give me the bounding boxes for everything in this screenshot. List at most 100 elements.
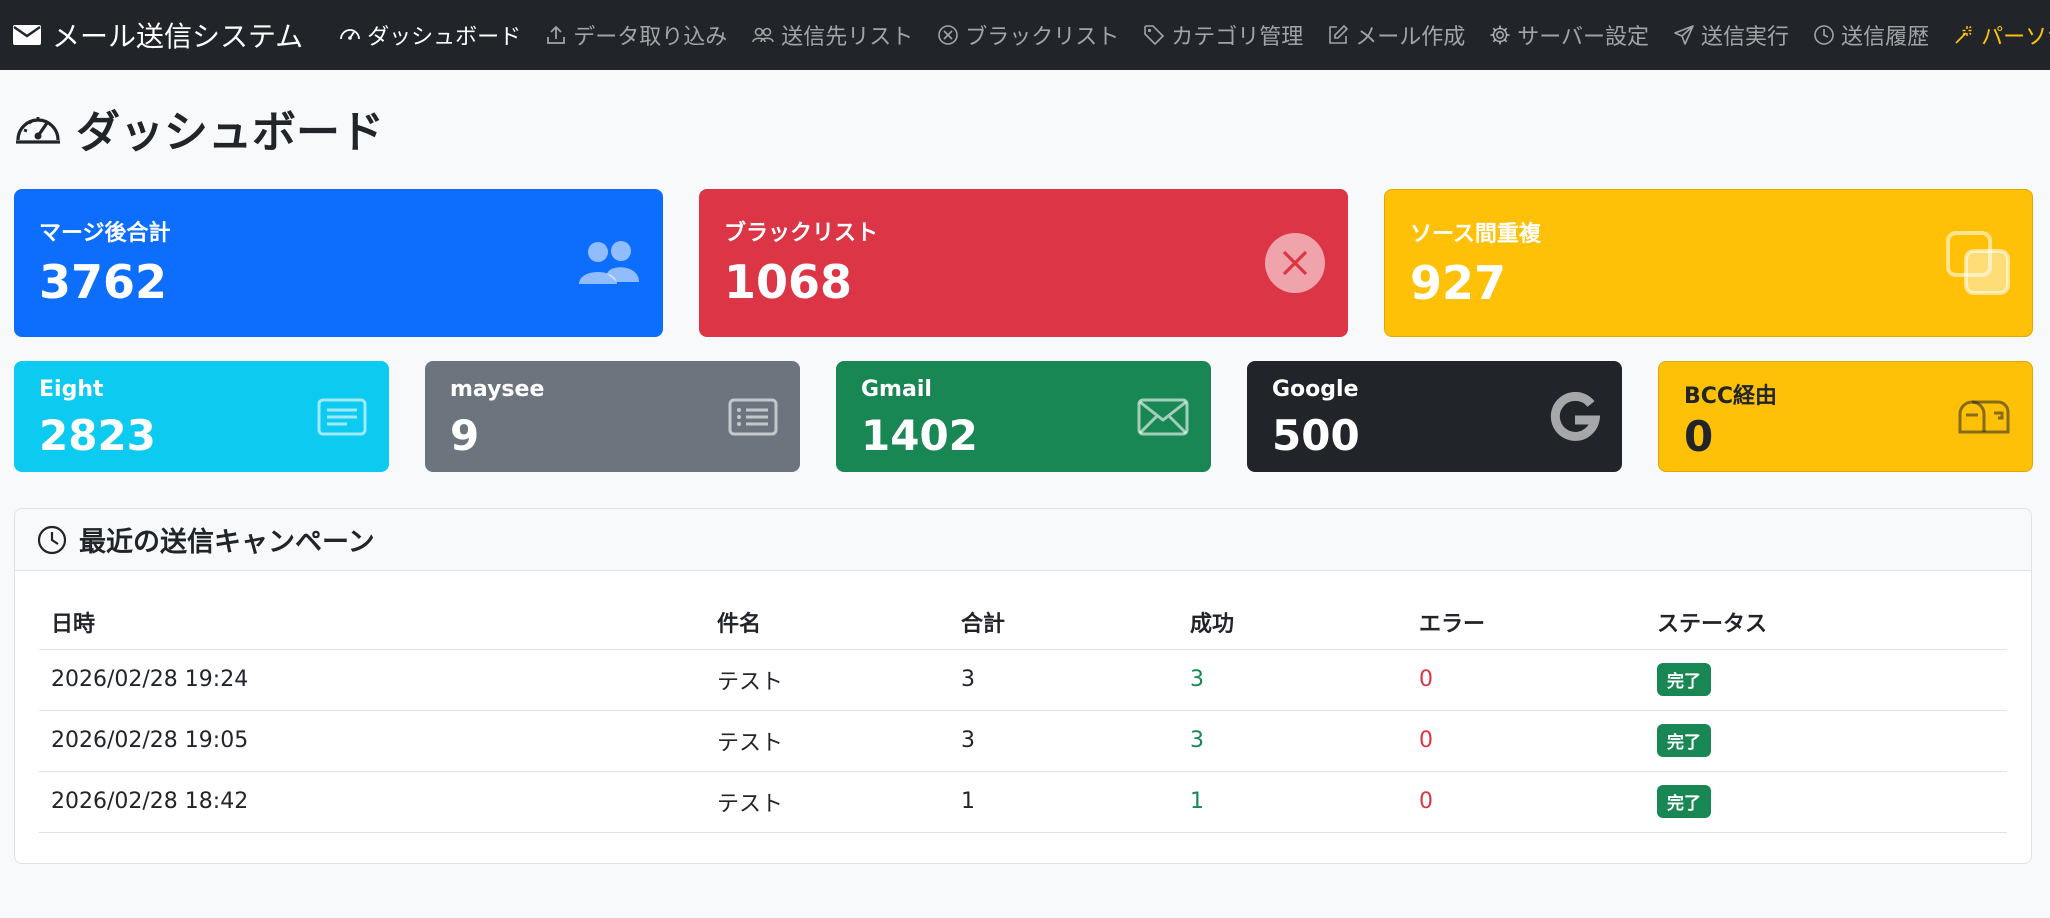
cell-status: 完了 [1645, 710, 2007, 772]
stat-value: 1068 [724, 255, 853, 309]
brand-title: メール送信システム [52, 20, 304, 53]
nav-item-categories[interactable]: カテゴリ管理 [1143, 19, 1303, 51]
card-text-icon [317, 398, 367, 436]
cell-success: 3 [1178, 649, 1407, 711]
gear-icon [1490, 25, 1510, 45]
cell-date: 2026/02/28 19:05 [39, 710, 705, 772]
column-header-error: エラー [1407, 595, 1645, 650]
cell-error: 0 [1407, 710, 1645, 772]
stat-value: 9 [450, 411, 480, 460]
stat-label: BCC経由 [1684, 384, 1778, 409]
card-title: 最近の送信キャンペーン [79, 527, 375, 558]
copy-icon [1946, 231, 2010, 295]
stat-value: 927 [1410, 256, 1507, 310]
card-body: 日時 件名 合計 成功 エラー ステータス 2026/02/28 19:24 テ… [15, 571, 2031, 833]
cell-subject: テスト [705, 649, 949, 711]
people-icon [752, 27, 775, 43]
upload-icon [547, 25, 566, 44]
nav-item-label: メール作成 [1355, 25, 1466, 50]
page-title-text: ダッシュボード [76, 107, 384, 158]
cell-subject: テスト [705, 771, 949, 833]
stat-value: 1402 [861, 411, 978, 460]
x-circle-icon [1264, 232, 1326, 294]
cell-success: 3 [1178, 710, 1407, 772]
magic-icon [1955, 25, 1972, 44]
status-badge: 完了 [1657, 724, 1711, 757]
nav-item-label: 送信履歴 [1841, 25, 1930, 50]
column-header-subject: 件名 [705, 595, 949, 650]
cell-error: 0 [1407, 771, 1645, 833]
cell-total: 3 [949, 649, 1178, 711]
stat-card-blacklist: ブラックリスト 1068 [699, 189, 1348, 337]
x-circle-icon [938, 25, 959, 45]
nav-menu: ダッシュボード データ取り込み 送信先リスト ブラックリスト カテゴリ管理 メー… [339, 19, 2050, 51]
top-navbar: メール送信システム ダッシュボード データ取り込み 送信先リスト ブラックリスト… [0, 0, 2050, 70]
nav-item-compose[interactable]: メール作成 [1327, 19, 1465, 51]
nav-item-label: ダッシュボード [367, 25, 522, 50]
nav-item-personalize[interactable]: パーソナライズ [1953, 19, 2050, 51]
campaign-table: 日時 件名 合計 成功 エラー ステータス 2026/02/28 19:24 テ… [39, 595, 2007, 833]
google-icon [1550, 391, 1600, 442]
stat-card-maysee: maysee 9 [425, 361, 800, 472]
stat-value: 2823 [39, 411, 156, 460]
stat-label: Google [1272, 377, 1359, 402]
stat-card-eight: Eight 2823 [14, 361, 389, 472]
envelope-icon [13, 25, 41, 45]
nav-item-send[interactable]: 送信実行 [1673, 19, 1789, 51]
pencil-square-icon [1329, 24, 1349, 44]
cell-status: 完了 [1645, 771, 2007, 833]
stat-label: ブラックリスト [724, 221, 879, 246]
stat-card-google: Google 500 [1247, 361, 1622, 472]
stat-label: maysee [450, 377, 545, 402]
brand-link[interactable]: メール送信システム [12, 15, 303, 55]
stat-value: 500 [1272, 411, 1360, 460]
stat-card-gmail: Gmail 1402 [836, 361, 1211, 472]
nav-item-label: パーソナライズ [1981, 25, 2050, 50]
card-header: 最近の送信キャンペーン [15, 509, 2031, 571]
nav-item-label: サーバー設定 [1517, 25, 1650, 50]
column-header-status: ステータス [1645, 595, 2007, 650]
envelope-icon [1137, 398, 1189, 436]
cell-date: 2026/02/28 19:24 [39, 649, 705, 711]
nav-item-dashboard[interactable]: ダッシュボード [339, 19, 521, 51]
nav-item-history[interactable]: 送信履歴 [1813, 19, 1929, 51]
column-header-date: 日時 [39, 595, 705, 650]
nav-item-label: データ取り込み [573, 25, 728, 50]
table-header-row: 日時 件名 合計 成功 エラー ステータス [39, 595, 2007, 650]
send-icon [1674, 25, 1694, 45]
stat-card-bcc: BCC経由 0 [1658, 361, 2033, 472]
status-badge: 完了 [1657, 785, 1711, 818]
cell-status: 完了 [1645, 649, 2007, 711]
tag-icon [1144, 25, 1165, 46]
cell-date: 2026/02/28 18:42 [39, 771, 705, 833]
speedometer-icon [340, 29, 361, 40]
cell-subject: テスト [705, 710, 949, 772]
nav-item-label: カテゴリ管理 [1171, 25, 1304, 50]
stat-label: ソース間重複 [1410, 222, 1541, 247]
mailbox-icon [1958, 399, 2010, 435]
table-row: 2026/02/28 19:24 テスト 3 3 0 完了 [39, 649, 2007, 711]
stat-value: 3762 [39, 255, 168, 309]
stat-value: 0 [1684, 412, 1714, 461]
stat-card-merged-total: マージ後合計 3762 [14, 189, 663, 337]
card-list-icon [728, 398, 778, 436]
stat-card-duplicates: ソース間重複 927 [1384, 189, 2033, 337]
nav-item-recipients[interactable]: 送信先リスト [751, 19, 913, 51]
status-badge: 完了 [1657, 663, 1711, 696]
stat-label: Gmail [861, 377, 932, 402]
nav-item-label: ブラックリスト [965, 25, 1120, 50]
page-title: ダッシュボード [14, 96, 384, 160]
nav-item-server[interactable]: サーバー設定 [1489, 19, 1649, 51]
clock-icon [37, 525, 67, 554]
cell-success: 1 [1178, 771, 1407, 833]
cell-error: 0 [1407, 649, 1645, 711]
table-row: 2026/02/28 18:42 テスト 1 1 0 完了 [39, 771, 2007, 833]
stat-label: マージ後合計 [39, 221, 171, 246]
nav-item-label: 送信実行 [1701, 25, 1790, 50]
speedometer-icon [16, 117, 60, 144]
people-icon [577, 238, 641, 288]
nav-item-blacklist[interactable]: ブラックリスト [937, 19, 1119, 51]
cell-total: 1 [949, 771, 1178, 833]
nav-item-label: 送信先リスト [781, 25, 914, 50]
nav-item-import[interactable]: データ取り込み [545, 19, 727, 51]
